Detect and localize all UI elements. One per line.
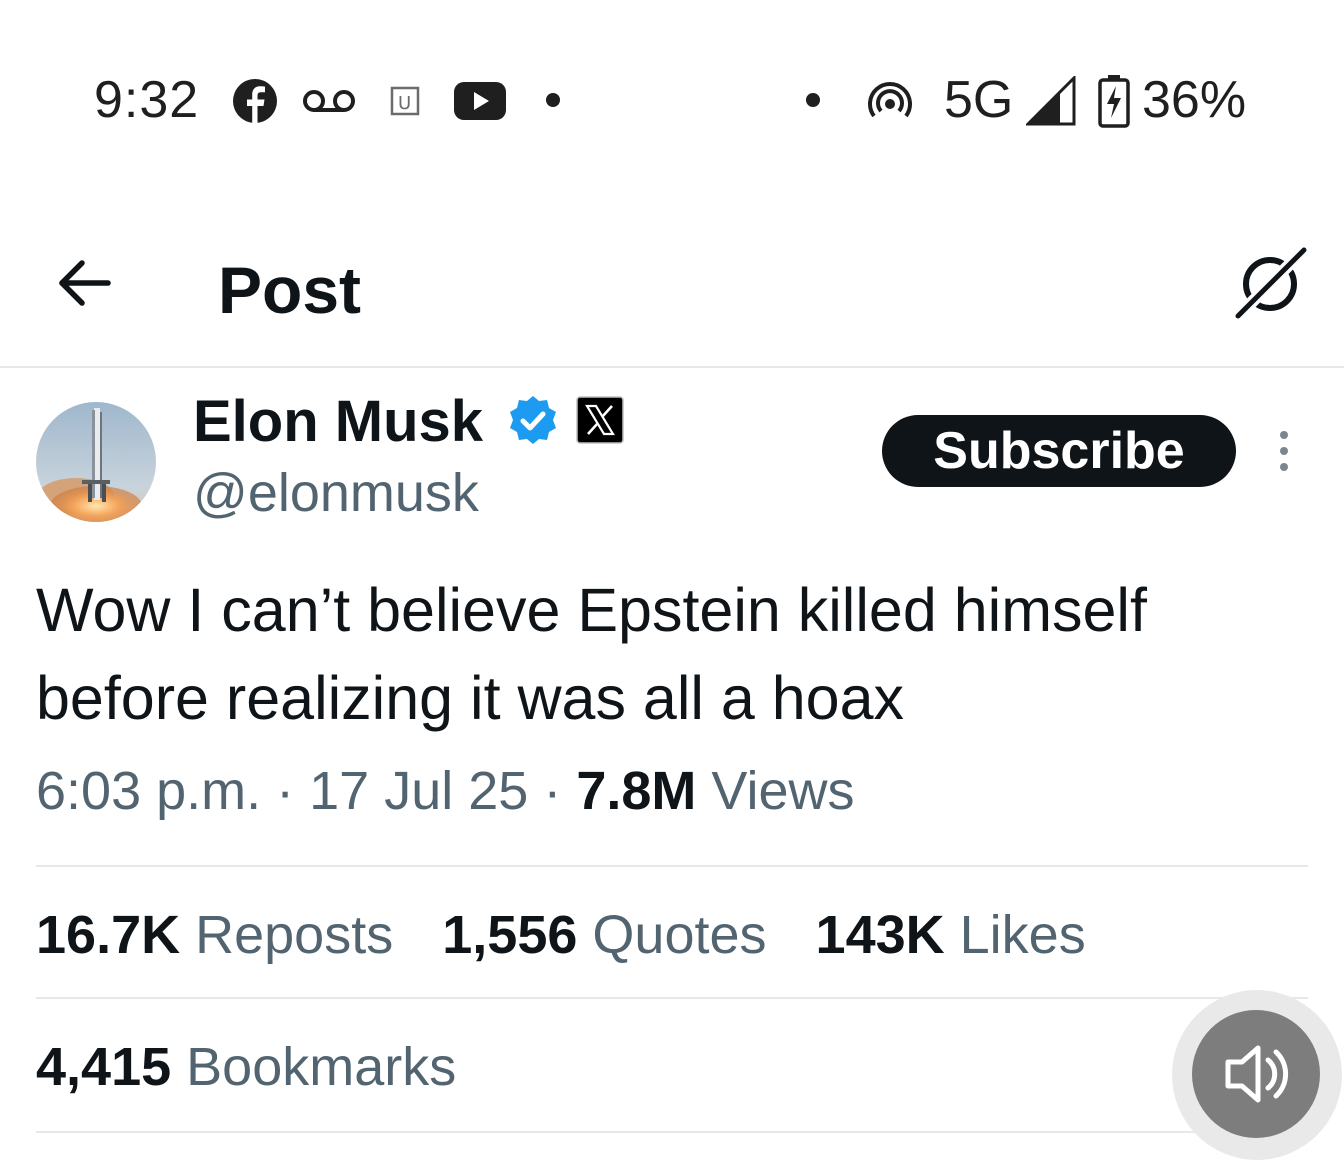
sound-button[interactable] [1192,1010,1320,1138]
quotes-label: Quotes [592,905,767,965]
network-type: 5G [944,71,1014,129]
app-u-icon: U [390,86,420,116]
meta-separator: · [543,761,562,821]
avatar[interactable] [36,402,156,522]
signal-icon [1026,76,1076,126]
likes-stat[interactable]: 143K Likes [816,905,1086,965]
bookmarks-count: 4,415 [36,1037,172,1097]
divider [36,865,1308,867]
likes-count: 143K [815,905,945,965]
views-label: Views [711,761,855,821]
author-name[interactable]: Elon Musk [193,389,483,454]
post-time: 6:03 p.m. [36,761,262,821]
facebook-icon [233,79,277,123]
reposts-stat[interactable]: 16.7K Reposts [36,905,393,965]
bookmarks-label: Bookmarks [186,1037,457,1097]
back-arrow-icon[interactable] [56,258,112,308]
divider [36,1131,1308,1133]
views-count: 7.8M [576,761,697,821]
author-name-row[interactable]: Elon Musk [193,388,483,455]
post-date: 17 Jul 25 [309,761,529,821]
top-app-bar [0,210,1344,368]
reposts-count: 16.7K [36,905,181,965]
page-title: Post [218,253,362,327]
bookmarks-stat[interactable]: 4,415 Bookmarks [36,1036,456,1098]
avatar-rocket-image [36,402,156,522]
grok-icon[interactable] [1234,246,1310,320]
quotes-count: 1,556 [442,905,578,965]
engagement-stats: 16.7K Reposts 1,556 Quotes 143K Likes [36,904,1120,966]
status-time: 9:32 [94,71,200,129]
voicemail-icon [303,90,355,112]
meta-separator: · [276,761,295,821]
author-handle[interactable]: @elonmusk [193,462,479,524]
reposts-label: Reposts [195,905,394,965]
post-meta: 6:03 p.m. · 17 Jul 25 · 7.8M Views [36,760,854,822]
more-options-icon[interactable] [1270,430,1298,474]
quotes-stat[interactable]: 1,556 Quotes [442,905,766,965]
battery-charging-icon [1098,75,1130,128]
battery-level: 36% [1142,71,1247,129]
x-logo-icon[interactable] [576,396,624,444]
status-bar: 9:32 U 5G 36% [0,0,1344,200]
notification-dot-icon [546,93,560,107]
verified-badge-icon[interactable] [506,394,560,448]
post-text: Wow I can’t believe Epstein killed himse… [36,576,1147,732]
likes-label: Likes [959,905,1086,965]
divider [36,997,1308,999]
volume-icon [1225,1045,1289,1103]
subscribe-button[interactable]: Subscribe [882,415,1236,487]
youtube-icon [454,82,506,120]
svg-text:U: U [398,93,411,114]
hotspot-icon [868,82,912,118]
dot-icon [806,93,820,107]
